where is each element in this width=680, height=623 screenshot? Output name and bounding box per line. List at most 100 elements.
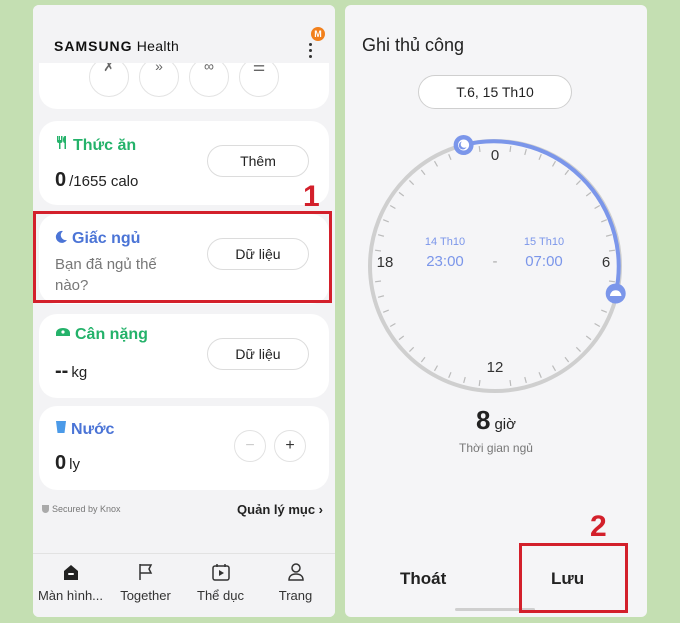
time-separator: - — [493, 253, 498, 270]
nav-profile-label: Trang — [278, 588, 313, 603]
clock-tick — [551, 365, 557, 372]
nav-profile[interactable]: Trang — [258, 554, 333, 617]
add-food-button[interactable]: Thêm — [207, 145, 309, 177]
nav-fitness-label: Thể dục — [197, 588, 244, 603]
water-title-text: Nước — [71, 421, 115, 438]
nav-together[interactable]: Together — [108, 554, 183, 617]
start-date: 14 Th10 — [425, 236, 465, 248]
clock-label-right: 6 — [602, 254, 610, 271]
clock-tick — [478, 145, 481, 153]
clock-tick — [594, 322, 601, 328]
clock-tick — [374, 280, 382, 283]
sleep-duration: 8 giờ — [476, 405, 516, 435]
cup-icon — [55, 420, 67, 439]
clock-tick — [538, 372, 542, 379]
clock-tick — [564, 169, 570, 176]
weight-title-text: Cân nặng — [75, 326, 148, 343]
clock-tick — [463, 376, 466, 384]
sleep-duration-label: Thời gian ngủ — [459, 441, 533, 455]
clock-tick — [478, 379, 481, 387]
clock-label-top: 0 — [491, 147, 499, 164]
clock-tick — [420, 356, 426, 363]
clock-tick — [605, 234, 613, 237]
food-title-text: Thức ăn — [73, 137, 137, 154]
clock-tick — [382, 219, 389, 223]
nav-home[interactable]: Màn hình... — [33, 554, 108, 617]
bottom-navigation: Màn hình... Together Thể dục Trang — [33, 553, 335, 617]
food-card[interactable]: Thức ăn 0/1655 calo Thêm — [39, 121, 329, 205]
water-card[interactable]: Nước 0 ly − + — [39, 406, 329, 490]
clock-tick — [608, 249, 616, 252]
clock-tick — [420, 169, 426, 176]
clock-tick — [601, 219, 608, 223]
clock-tick — [377, 234, 385, 237]
clock-tick — [509, 379, 512, 387]
samsung-health-home-screen: ✗ » ∞ ☰ SAMSUNG Health M Thức ăn 0/1655 … — [33, 5, 335, 617]
clock-tick — [409, 180, 415, 186]
clock-tick — [398, 335, 405, 341]
bedtime-handle[interactable] — [453, 135, 474, 155]
clock-label-left: 18 — [377, 254, 394, 271]
water-value: 0 ly — [55, 452, 80, 474]
knox-label: Secured by Knox — [42, 504, 121, 514]
nav-fitness[interactable]: Thể dục — [183, 554, 258, 617]
start-time[interactable]: 23:00 — [426, 253, 464, 270]
clock-tick — [594, 204, 601, 210]
clock-label-bottom: 12 — [487, 359, 504, 376]
clock-tick — [575, 346, 581, 352]
cancel-button[interactable]: Thoát — [400, 569, 446, 589]
clock-tick — [564, 356, 570, 363]
water-minus-button[interactable]: − — [234, 430, 266, 462]
clock-tick — [374, 249, 382, 252]
end-time[interactable]: 07:00 — [525, 253, 563, 270]
clock-tick — [377, 295, 385, 298]
clock-tick — [509, 145, 512, 153]
clock-tick — [601, 309, 608, 313]
manage-items-link[interactable]: Quản lý mục › — [237, 502, 323, 517]
water-plus-button[interactable]: + — [274, 430, 306, 462]
clock-tick — [608, 280, 616, 283]
clock-tick — [389, 322, 396, 328]
clock-tick — [585, 191, 592, 197]
app-logo: SAMSUNG Health — [54, 38, 180, 54]
home-icon — [61, 562, 81, 582]
more-icon — [309, 43, 312, 61]
clock-tick — [398, 191, 405, 197]
clock-tick — [433, 365, 439, 372]
shortcut-button[interactable]: ∞ — [189, 57, 229, 97]
wake-handle[interactable] — [605, 283, 626, 304]
app-header: SAMSUNG Health M — [33, 5, 335, 63]
flag-icon — [136, 562, 156, 582]
nav-together-label: Together — [120, 588, 171, 603]
clock-tick — [389, 204, 396, 210]
clock-tick — [551, 160, 557, 167]
weight-title: Cân nặng — [55, 326, 148, 344]
shortcut-button[interactable]: ✗ — [89, 57, 129, 97]
scale-icon — [55, 326, 71, 344]
nav-home-label: Màn hình... — [37, 588, 104, 603]
clock-tick — [382, 309, 389, 313]
notification-badge: M — [311, 27, 325, 41]
clock-tick — [409, 346, 415, 352]
person-icon — [286, 562, 306, 582]
shortcut-button[interactable]: ☰ — [239, 57, 279, 97]
clock-tick — [524, 148, 527, 156]
step-label-1: 1 — [303, 180, 320, 213]
weight-data-button[interactable]: Dữ liệu — [207, 338, 309, 370]
fork-knife-icon — [55, 135, 69, 155]
highlight-sleep-card — [33, 211, 332, 303]
clock-tick — [433, 160, 439, 167]
weight-card[interactable]: Cân nặng -- kg Dữ liệu — [39, 314, 329, 398]
calendar-play-icon — [211, 562, 231, 582]
clock-tick — [448, 153, 452, 160]
clock-tick — [585, 335, 592, 341]
shortcut-button[interactable]: » — [139, 57, 179, 97]
clock-tick — [575, 180, 581, 186]
water-title: Nước — [55, 420, 114, 439]
end-date: 15 Th10 — [524, 236, 564, 248]
food-value: 0/1655 calo — [55, 169, 139, 191]
shield-icon — [42, 505, 49, 513]
highlight-save-button — [519, 543, 628, 613]
clock-tick — [538, 153, 542, 160]
step-label-2: 2 — [590, 510, 607, 543]
